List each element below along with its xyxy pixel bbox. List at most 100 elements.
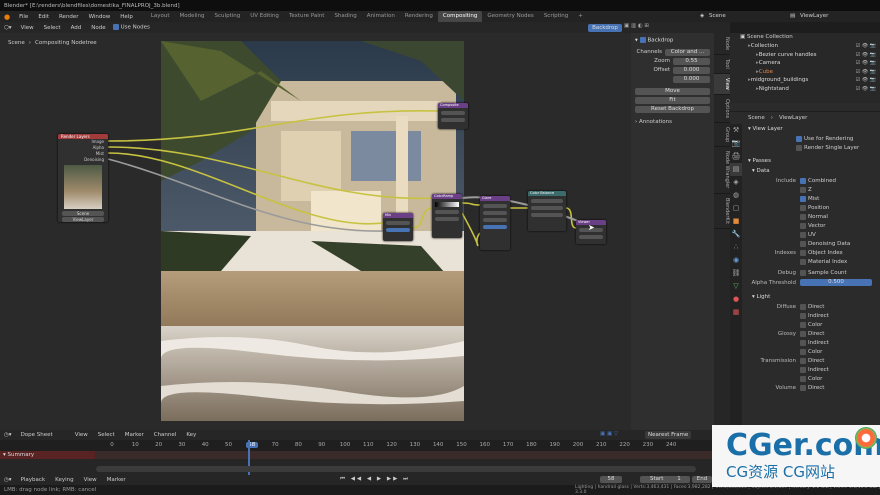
tab-sculpting[interactable]: Sculpting <box>210 11 246 22</box>
light-pass-row[interactable]: Diffuse Direct <box>744 302 880 311</box>
outliner-item[interactable]: ▸ Collection ☑ 👁 📷 <box>730 42 880 51</box>
light-pass-row[interactable]: Glossy Direct <box>744 329 880 338</box>
material-index-checkbox[interactable] <box>800 258 806 265</box>
include-pass-row[interactable]: Normal <box>744 212 880 221</box>
output-tab-icon[interactable]: 🖨 <box>730 150 742 163</box>
playback-menu[interactable]: Playback <box>16 477 51 483</box>
world-tab-icon[interactable]: ◍ <box>730 189 742 202</box>
physics-tab-icon[interactable]: ◉ <box>730 254 742 267</box>
filter-icons[interactable]: ▣ ▣ ▽ <box>600 431 618 437</box>
tab-rendering[interactable]: Rendering <box>400 11 438 22</box>
data-subpanel-header[interactable]: ▾ Data <box>744 166 880 176</box>
fit-button[interactable]: Fit <box>635 96 710 104</box>
color-ramp-gradient[interactable] <box>435 202 459 207</box>
render-tab-icon[interactable]: 📷 <box>730 137 742 150</box>
channels-dropdown[interactable]: Color and ... <box>665 48 710 56</box>
menu-edit[interactable]: Edit <box>33 14 54 20</box>
dope-menu-view[interactable]: View <box>70 432 93 438</box>
outliner-item[interactable]: ▸ midground_buildings ☑ 👁 📷 <box>730 76 880 85</box>
timeline-view-menu[interactable]: View <box>79 477 102 483</box>
light-pass-checkbox[interactable] <box>800 366 806 373</box>
node-mix[interactable]: Mix <box>383 213 413 241</box>
socket-denoising[interactable]: Denoising <box>58 157 104 163</box>
color-balance-field[interactable] <box>531 199 563 203</box>
dope-sheet-editor-icon[interactable]: ◷▾ <box>0 432 16 438</box>
material-tab-icon[interactable]: ● <box>730 293 742 306</box>
tool-tab-icon[interactable]: ⚒ <box>730 124 742 137</box>
node-editor[interactable]: Scene › Compositing Nodetree Render Laye… <box>0 33 631 430</box>
menu-render[interactable]: Render <box>54 14 84 20</box>
include-pass-row[interactable]: Z <box>744 185 880 194</box>
blender-logo-icon[interactable]: ● <box>0 13 14 21</box>
visibility-icons[interactable]: ☑ 👁 📷 <box>856 68 876 77</box>
composite-field-2[interactable] <box>441 118 465 122</box>
glare-iterations[interactable] <box>483 218 507 222</box>
light-pass-checkbox[interactable] <box>800 348 806 355</box>
mix-factor[interactable] <box>386 221 410 225</box>
render-layers-scene[interactable]: Scene <box>62 211 104 216</box>
visibility-icons[interactable]: ☑ 👁 📷 <box>856 59 876 68</box>
tab-animation[interactable]: Animation <box>362 11 400 22</box>
render-single-layer-checkbox[interactable] <box>796 144 802 151</box>
menu-add[interactable]: Add <box>66 25 87 31</box>
include-pass-row[interactable]: Mist <box>744 194 880 203</box>
outliner-item[interactable]: ▸ Camera ☑ 👁 📷 <box>730 59 880 68</box>
tab-shading[interactable]: Shading <box>329 11 361 22</box>
tab-view[interactable]: View <box>714 73 730 95</box>
light-pass-row[interactable]: Color <box>744 347 880 356</box>
outliner-scene-collection[interactable]: ▣ Scene Collection <box>730 33 880 42</box>
menu-node[interactable]: Node <box>86 25 110 31</box>
zoom-field[interactable]: 0.55 <box>673 57 710 65</box>
render-layers-viewlayer[interactable]: ViewLayer <box>62 217 104 222</box>
dope-menu-channel[interactable]: Channel <box>149 432 182 438</box>
visibility-icons[interactable]: ☑ 👁 📷 <box>856 76 876 85</box>
data-tab-icon[interactable]: ▽ <box>730 280 742 293</box>
dope-menu-marker[interactable]: Marker <box>120 432 149 438</box>
tab-layout[interactable]: Layout <box>146 11 175 22</box>
light-pass-row[interactable]: Color <box>744 374 880 383</box>
modifier-tab-icon[interactable]: 🔧 <box>730 228 742 241</box>
backdrop-panel-header[interactable]: ▾ Backdrop <box>631 33 714 48</box>
use-for-rendering-checkbox[interactable] <box>796 135 802 142</box>
viewlayer-selector[interactable]: ▤ ViewLayer <box>790 13 828 19</box>
offset-y-field[interactable]: 0.000 <box>673 75 710 83</box>
include-pass-checkbox[interactable] <box>800 231 806 238</box>
timeline-editor-icon[interactable]: ◷▾ <box>0 477 16 483</box>
reset-backdrop-button[interactable]: Reset Backdrop <box>635 105 710 113</box>
include-pass-checkbox[interactable] <box>800 213 806 220</box>
passes-panel-header[interactable]: ▾ Passes <box>744 156 880 166</box>
menu-select[interactable]: Select <box>39 25 66 31</box>
light-pass-checkbox[interactable] <box>800 303 806 310</box>
viewer-field-2[interactable] <box>579 235 603 239</box>
light-pass-row[interactable]: Color <box>744 320 880 329</box>
tab-tool[interactable]: Tool <box>714 55 730 74</box>
start-frame-field[interactable]: Start 1 <box>640 476 690 483</box>
node-render-layers[interactable]: Render Layers Image Alpha Mist Denoising… <box>58 134 108 222</box>
object-tab-icon[interactable]: ■ <box>730 215 742 228</box>
menu-view[interactable]: View <box>16 25 39 31</box>
outliner-item[interactable]: ▸ Bezier curve handles ☑ 👁 📷 <box>730 51 880 60</box>
dope-sheet-mode[interactable]: Dope Sheet <box>16 432 58 438</box>
annotations-panel-header[interactable]: › Annotations <box>631 115 714 129</box>
composite-field[interactable] <box>441 111 465 115</box>
constraints-tab-icon[interactable]: ⛓ <box>730 267 742 280</box>
summary-channel[interactable]: ▾ Summary <box>0 451 95 459</box>
properties-search[interactable] <box>730 103 880 112</box>
color-balance-field-2[interactable] <box>531 206 563 210</box>
tab-node-wrangler[interactable]: Node Wrangler <box>714 147 730 194</box>
color-balance-field-3[interactable] <box>531 213 563 217</box>
timeline-marker-menu[interactable]: Marker <box>102 477 131 483</box>
scene-selector[interactable]: ◈ Scene <box>700 13 726 19</box>
outliner-item[interactable]: ▸ Cube ☑ 👁 📷 <box>730 68 880 77</box>
tab-uv-editing[interactable]: UV Editing <box>245 11 284 22</box>
particles-tab-icon[interactable]: ∴ <box>730 241 742 254</box>
include-pass-row[interactable]: Vector <box>744 221 880 230</box>
include-pass-row[interactable]: Denoising Data <box>744 239 880 248</box>
light-pass-checkbox[interactable] <box>800 330 806 337</box>
color-ramp-field-2[interactable] <box>435 217 459 221</box>
current-frame-field[interactable]: 58 <box>600 476 622 483</box>
light-pass-row[interactable]: Transmission Direct <box>744 356 880 365</box>
tab-texture-paint[interactable]: Texture Paint <box>284 11 330 22</box>
include-pass-row[interactable]: Position <box>744 203 880 212</box>
use-for-rendering-row[interactable]: Use for Rendering <box>744 134 880 143</box>
